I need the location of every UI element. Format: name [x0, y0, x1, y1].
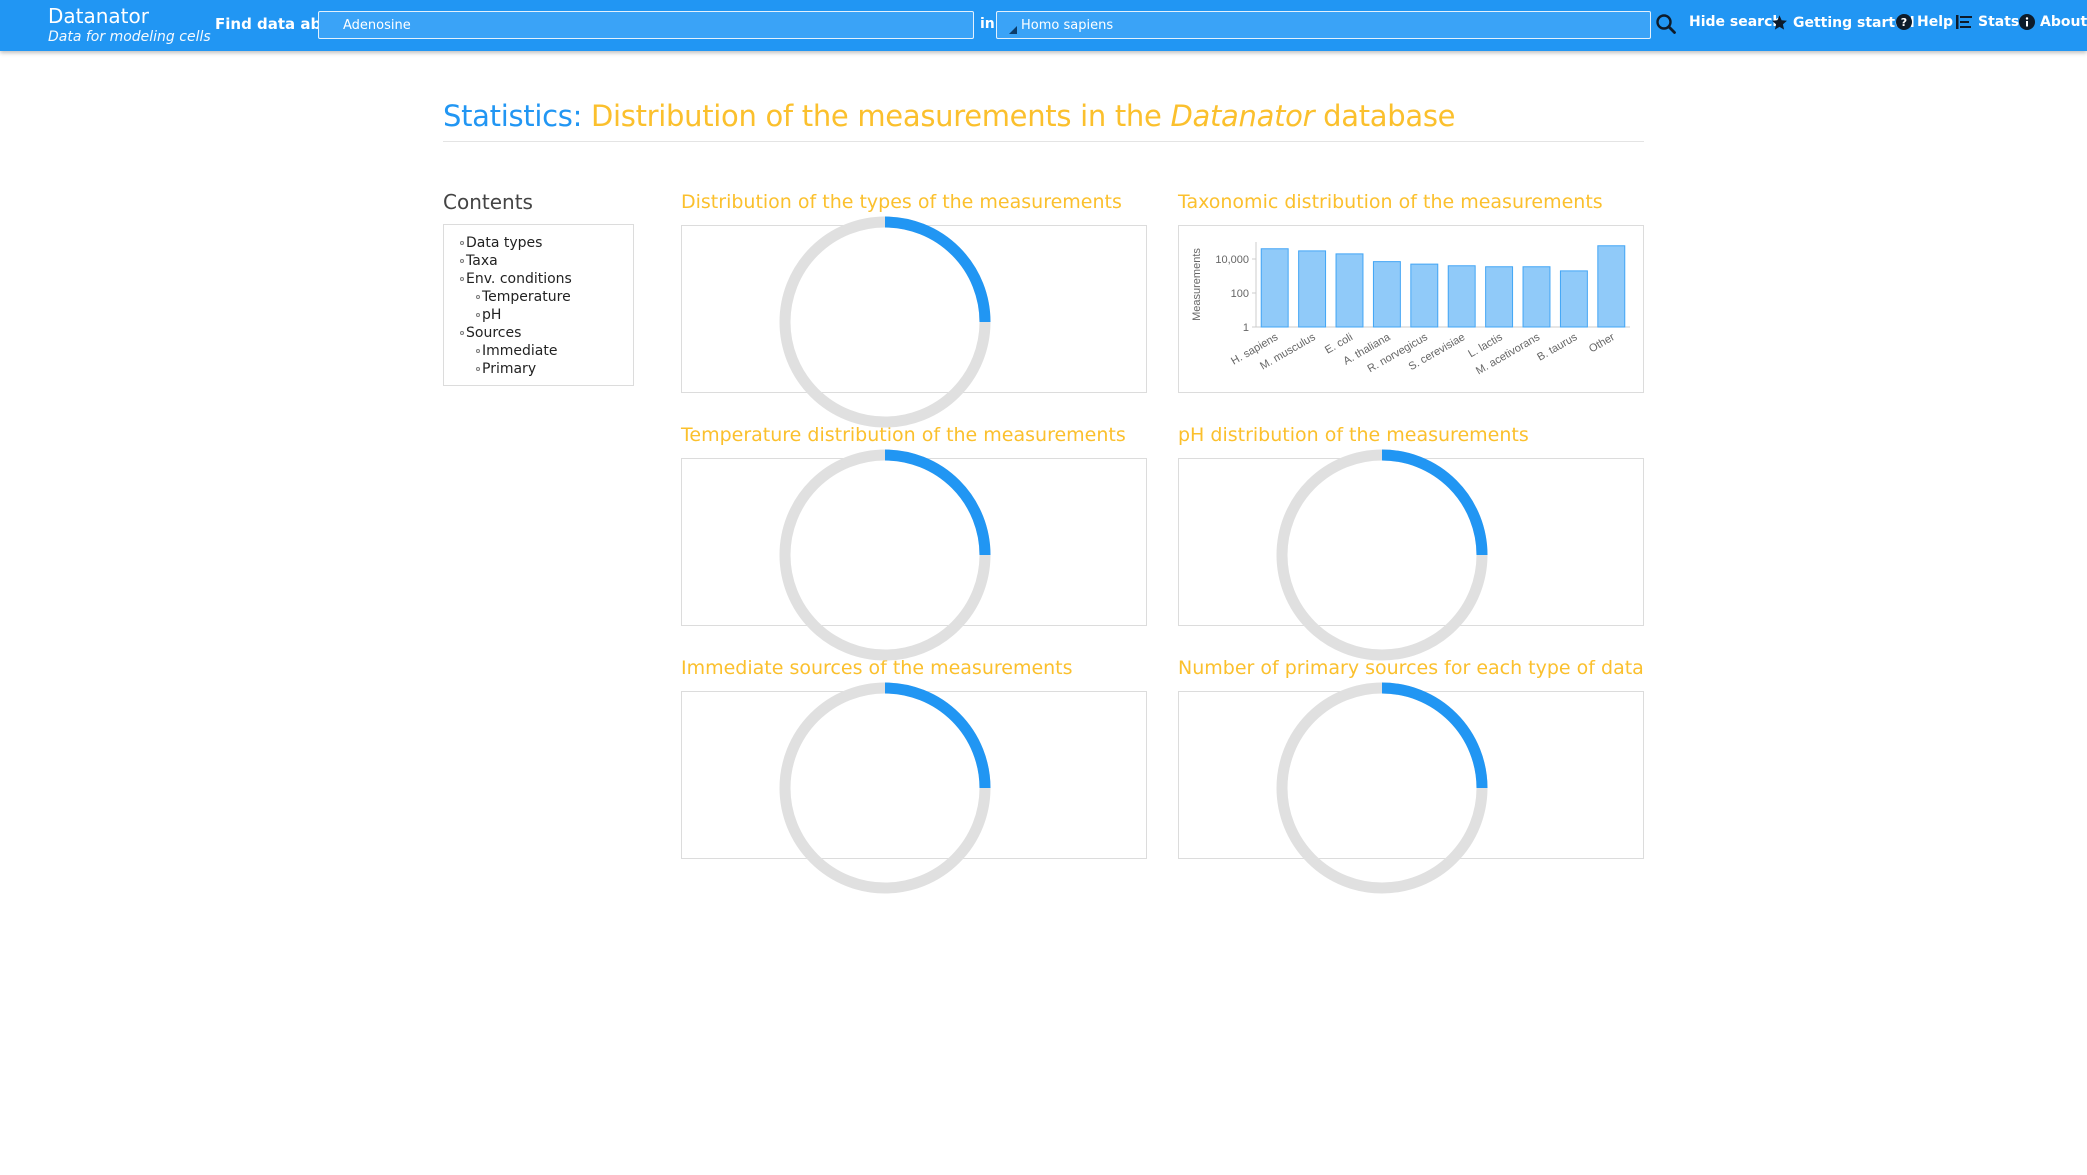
loading-spinner [779, 216, 991, 428]
dropdown-caret-icon[interactable] [1009, 26, 1017, 34]
bullet-icon [476, 313, 480, 317]
stats-label: Stats [1978, 14, 2020, 30]
bar [1372, 261, 1401, 328]
y-tick-label: 10,000 [1215, 254, 1249, 266]
toc-item-taxa[interactable]: Taxa [460, 252, 633, 270]
bullet-icon [460, 241, 464, 245]
help-link[interactable]: ? Help [1896, 14, 1953, 30]
toc-item-label: Data types [466, 235, 543, 251]
brand-tagline: Data for modeling cells [48, 29, 211, 45]
spinner-arc [884, 682, 991, 789]
help-label: Help [1917, 14, 1954, 30]
bullet-icon [476, 349, 480, 353]
contents-heading: Contents [443, 190, 533, 214]
toc-item-immediate[interactable]: Immediate [460, 342, 633, 360]
loading-spinner [1276, 682, 1488, 894]
bar [1485, 266, 1514, 328]
toc-item-label: Env. conditions [466, 271, 572, 287]
bar [1522, 266, 1551, 328]
loading-spinner [779, 449, 991, 661]
toc-item-label: Temperature [482, 289, 571, 305]
toc-item-ph[interactable]: pH [460, 306, 633, 324]
toc-item-label: pH [482, 307, 502, 323]
bullet-icon [460, 259, 464, 263]
bar [1447, 265, 1476, 328]
search-button[interactable] [1655, 13, 1677, 35]
page-title: Statistics: Distribution of the measurem… [443, 96, 1456, 136]
hide-search-label: Hide search [1689, 14, 1783, 30]
stats-list-icon [1956, 15, 1972, 29]
page-title-tail: database [1323, 99, 1456, 133]
star-icon [1772, 15, 1787, 30]
brand-title[interactable]: Datanator [48, 4, 211, 28]
bullet-icon [460, 331, 464, 335]
page-title-main: Distribution of the measurements in the [590, 99, 1162, 133]
table-of-contents: Data types Taxa Env. conditions Temperat… [443, 224, 634, 386]
x-tick-label: Other [1587, 331, 1617, 355]
panel-title-ph: pH distribution of the measurements [1178, 424, 1529, 446]
help-icon: ? [1896, 14, 1912, 30]
bar [1335, 253, 1364, 328]
x-tick-label: M. acetivorans [1474, 331, 1542, 377]
loading-spinner [779, 682, 991, 894]
brand[interactable]: Datanator Data for modeling cells [48, 4, 211, 46]
loading-spinner [1276, 449, 1488, 661]
getting-started-link[interactable]: Getting started [1771, 14, 1915, 31]
title-divider [443, 141, 1644, 142]
search-icon [1656, 14, 1676, 34]
toc-item-primary[interactable]: Primary [460, 360, 633, 378]
toc-item-label: Sources [466, 325, 522, 341]
panel-title-types: Distribution of the types of the measure… [681, 191, 1122, 213]
svg-text:?: ? [1901, 16, 1907, 29]
taxonomic-bar-chart: Measurements110010,000H. sapiensM. muscu… [1191, 242, 1630, 377]
spinner-arc [884, 216, 991, 323]
page-title-emphasis: Datanator [1170, 99, 1315, 133]
about-label: About [2040, 14, 2087, 30]
toc-item-label: Taxa [466, 253, 498, 269]
bar [1260, 248, 1289, 328]
in-label: in [980, 16, 995, 32]
search-query-value: Adenosine [343, 18, 411, 33]
toc-item-data-types[interactable]: Data types [460, 234, 633, 252]
toc-item-sources[interactable]: Sources [460, 324, 633, 342]
organism-input[interactable]: Homo sapiens [996, 11, 1651, 39]
x-tick-label: B. taurus [1535, 331, 1580, 364]
bullet-icon [460, 277, 464, 281]
search-query-input[interactable]: Adenosine [318, 11, 974, 39]
toc-item-env-conditions[interactable]: Env. conditions [460, 270, 633, 288]
bar [1410, 263, 1439, 328]
y-tick-label: 100 [1231, 288, 1249, 300]
organism-value: Homo sapiens [1021, 18, 1114, 33]
info-icon [2019, 14, 2035, 30]
spinner-arc [1381, 682, 1488, 789]
hide-search-link[interactable]: Hide search [1689, 14, 1782, 30]
top-navbar: Datanator Data for modeling cells Find d… [0, 0, 2087, 51]
toc-item-label: Immediate [482, 343, 558, 359]
y-axis-label: Measurements [1191, 248, 1203, 321]
bar [1597, 245, 1626, 328]
spinner-arc [884, 449, 991, 556]
about-link[interactable]: About [2019, 14, 2087, 30]
bar [1559, 270, 1588, 328]
bullet-icon [476, 367, 480, 371]
panel-title-taxonomic: Taxonomic distribution of the measuremen… [1178, 191, 1603, 213]
toc-item-label: Primary [482, 361, 537, 377]
spinner-arc [1381, 449, 1488, 556]
bullet-icon [476, 295, 480, 299]
page-title-lead: Statistics: [443, 99, 583, 133]
bar [1298, 250, 1327, 328]
stats-link[interactable]: Stats [1956, 14, 2019, 30]
toc-item-temperature[interactable]: Temperature [460, 288, 633, 306]
y-tick-label: 1 [1243, 322, 1249, 334]
